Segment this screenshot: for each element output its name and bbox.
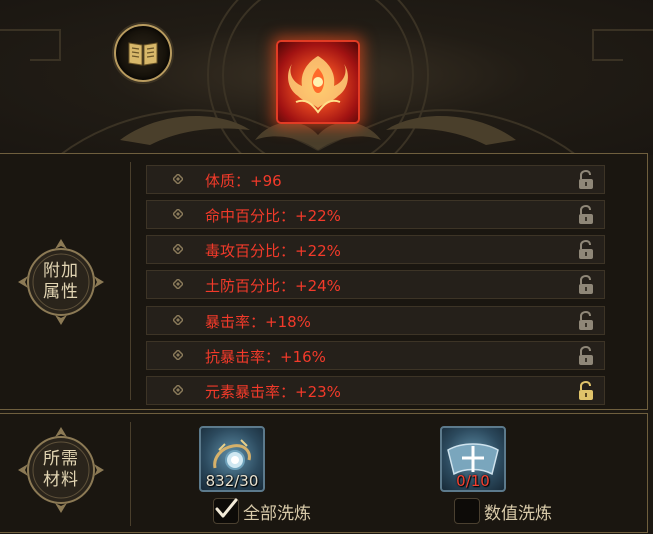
attribute-row[interactable]: 命中百分比：+22% xyxy=(146,200,605,229)
attribute-row[interactable]: 土防百分比：+24% xyxy=(146,270,605,299)
header-area xyxy=(0,0,653,155)
material-slot-value-scroll[interactable]: 0/10 xyxy=(440,426,506,492)
diamond-bullet-icon xyxy=(173,174,183,184)
full-refine-option[interactable]: 全部洗炼 xyxy=(213,497,311,525)
attribute-row[interactable]: 元素暴击率：+23% xyxy=(146,376,605,405)
checkmark-icon xyxy=(215,498,238,518)
unlock-icon[interactable] xyxy=(577,381,595,401)
diamond-bullet-icon xyxy=(173,315,183,325)
codex-book-icon xyxy=(128,42,158,66)
attribute-row[interactable]: 抗暴击率：+16% xyxy=(146,341,605,370)
full-refine-label: 全部洗炼 xyxy=(243,503,311,524)
unlock-icon[interactable] xyxy=(577,346,595,366)
attribute-text: 元素暴击率：+23% xyxy=(205,383,341,401)
diamond-bullet-icon xyxy=(173,244,183,254)
material-count: 0/10 xyxy=(456,472,490,490)
attributes-label-line1: 附加 xyxy=(43,261,79,281)
full-refine-checkbox[interactable] xyxy=(213,498,239,524)
phoenix-artifact-icon xyxy=(288,56,348,114)
attributes-emblem: 附加 属性 xyxy=(15,236,107,328)
codex-book-button[interactable] xyxy=(114,24,172,82)
value-refine-checkbox[interactable] xyxy=(454,498,480,524)
attribute-text: 命中百分比：+22% xyxy=(205,207,341,225)
attribute-text: 抗暴击率：+16% xyxy=(205,348,326,366)
unlock-icon[interactable] xyxy=(577,275,595,295)
selected-item-slot[interactable] xyxy=(276,40,360,124)
unlock-icon[interactable] xyxy=(577,205,595,225)
materials-emblem: 所需 材料 xyxy=(15,424,107,516)
attribute-text: 暴击率：+18% xyxy=(205,313,311,331)
value-refine-option[interactable]: 数值洗炼 xyxy=(454,497,552,525)
diamond-bullet-icon xyxy=(173,279,183,289)
attribute-text: 体质：+96 xyxy=(205,172,282,190)
attribute-row[interactable]: 暴击率：+18% xyxy=(146,306,605,335)
unlock-icon[interactable] xyxy=(577,240,595,260)
unlock-icon[interactable] xyxy=(577,170,595,190)
diamond-bullet-icon xyxy=(173,350,183,360)
materials-label-line2: 材料 xyxy=(43,470,79,490)
materials-label-line1: 所需 xyxy=(43,449,79,469)
panel-divider xyxy=(130,422,131,526)
material-slot-refining-stone[interactable]: 832/30 xyxy=(199,426,265,492)
panel-divider xyxy=(130,162,131,400)
attribute-row[interactable]: 体质：+96 xyxy=(146,165,605,194)
attribute-text: 毒攻百分比：+22% xyxy=(205,242,341,260)
diamond-bullet-icon xyxy=(173,209,183,219)
diamond-bullet-icon xyxy=(173,385,183,395)
attribute-text: 土防百分比：+24% xyxy=(205,277,341,295)
value-refine-label: 数值洗炼 xyxy=(484,503,552,524)
material-count: 832/30 xyxy=(205,472,259,490)
attribute-row[interactable]: 毒攻百分比：+22% xyxy=(146,235,605,264)
attributes-label-line2: 属性 xyxy=(43,282,79,302)
unlock-icon[interactable] xyxy=(577,311,595,331)
